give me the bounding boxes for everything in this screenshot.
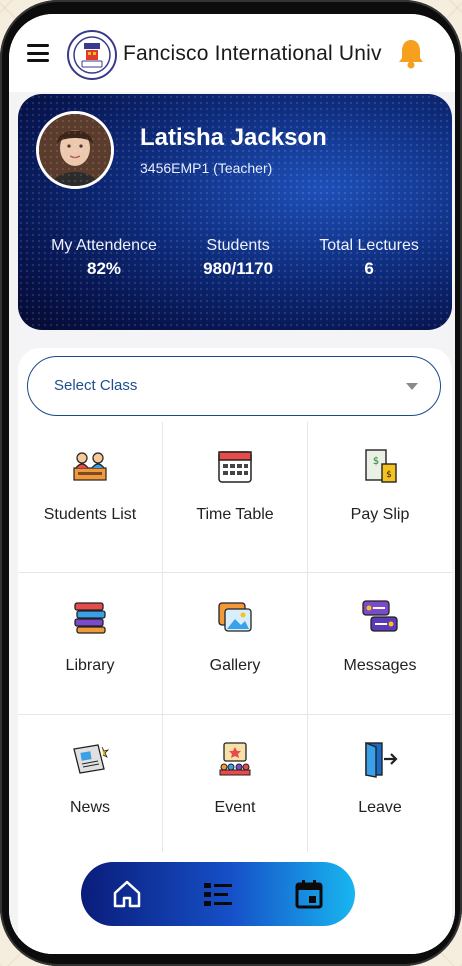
list-icon [203, 883, 232, 906]
stat-value: 6 [364, 259, 374, 278]
tile-students-list[interactable]: Students List [18, 422, 162, 572]
tile-pay-slip[interactable]: $ $ Pay Slip [307, 422, 452, 572]
tile-label: News [69, 799, 110, 816]
tile-library[interactable]: Library [18, 573, 162, 714]
tile-event[interactable]: Event [162, 715, 307, 852]
select-class-label: Select Class [54, 377, 138, 394]
bell-icon[interactable] [397, 38, 425, 70]
tile-news[interactable]: News [18, 715, 162, 852]
stat-students: Students 980/1170 [203, 237, 273, 279]
tile-label: Messages [343, 657, 417, 674]
phone-frame: Fancisco International Univ Latisha Jack… [0, 0, 462, 966]
school-logo [67, 30, 117, 80]
app-bar: Fancisco International Univ [9, 14, 455, 92]
tile-leave[interactable]: Leave [307, 715, 452, 852]
newspaper-icon [73, 744, 110, 774]
home-icon [113, 880, 140, 908]
calendar-icon [218, 451, 252, 483]
grid-row: Students List Time Table $ $ Pay Slip [18, 422, 452, 572]
avatar [36, 111, 114, 189]
tile-label: Event [214, 799, 256, 816]
stat-value: 980/1170 [203, 259, 274, 278]
nav-list[interactable] [198, 874, 238, 914]
tile-label: Leave [358, 799, 402, 816]
stat-label: My Attendence [51, 237, 157, 254]
stat-value: 82% [87, 259, 122, 278]
svg-text:$: $ [373, 456, 379, 467]
nav-calendar[interactable] [289, 874, 329, 914]
profile-name: Latisha Jackson [140, 124, 327, 151]
app-screen: Fancisco International Univ Latisha Jack… [9, 14, 455, 954]
event-icon [219, 742, 251, 776]
stat-label: Students [206, 237, 270, 254]
tile-label: Time Table [196, 506, 274, 523]
profile-card: Latisha Jackson 3456EMP1 (Teacher) My At… [18, 94, 452, 330]
profile-id-role: 3456EMP1 (Teacher) [140, 160, 273, 176]
select-class-dropdown[interactable]: Select Class [27, 356, 441, 416]
grid-row: Library Gallery Messages [18, 572, 452, 714]
app-title: Fancisco International Univ [123, 42, 382, 65]
tile-label: Library [65, 657, 115, 674]
gallery-icon [218, 602, 252, 632]
svg-text:$: $ [386, 470, 392, 480]
tile-messages[interactable]: Messages [307, 573, 452, 714]
grid-row: News Event Leave [18, 714, 452, 852]
stats-row: My Attendence 82% Students 980/1170 Tota… [18, 237, 452, 279]
tile-time-table[interactable]: Time Table [162, 422, 307, 572]
chevron-down-icon [406, 383, 418, 390]
bottom-navigation [81, 862, 355, 926]
exit-door-icon [365, 741, 398, 778]
stat-attendance: My Attendence 82% [51, 237, 157, 279]
calendar-icon [295, 880, 323, 909]
tile-label: Pay Slip [350, 506, 410, 523]
stat-total-lectures: Total Lectures 6 [319, 237, 419, 279]
tile-label: Students List [43, 506, 137, 523]
tile-gallery[interactable]: Gallery [162, 573, 307, 714]
payslip-icon: $ $ [365, 449, 397, 483]
tile-label: Gallery [209, 657, 261, 674]
feature-grid: Students List Time Table $ $ Pay Slip Li… [18, 422, 452, 852]
menu-icon[interactable] [27, 44, 49, 62]
books-icon [74, 602, 106, 634]
nav-home[interactable] [107, 874, 147, 914]
stat-label: Total Lectures [319, 237, 419, 254]
students-icon [73, 452, 107, 481]
messages-icon [362, 600, 398, 632]
school-logo-icon [73, 36, 111, 74]
